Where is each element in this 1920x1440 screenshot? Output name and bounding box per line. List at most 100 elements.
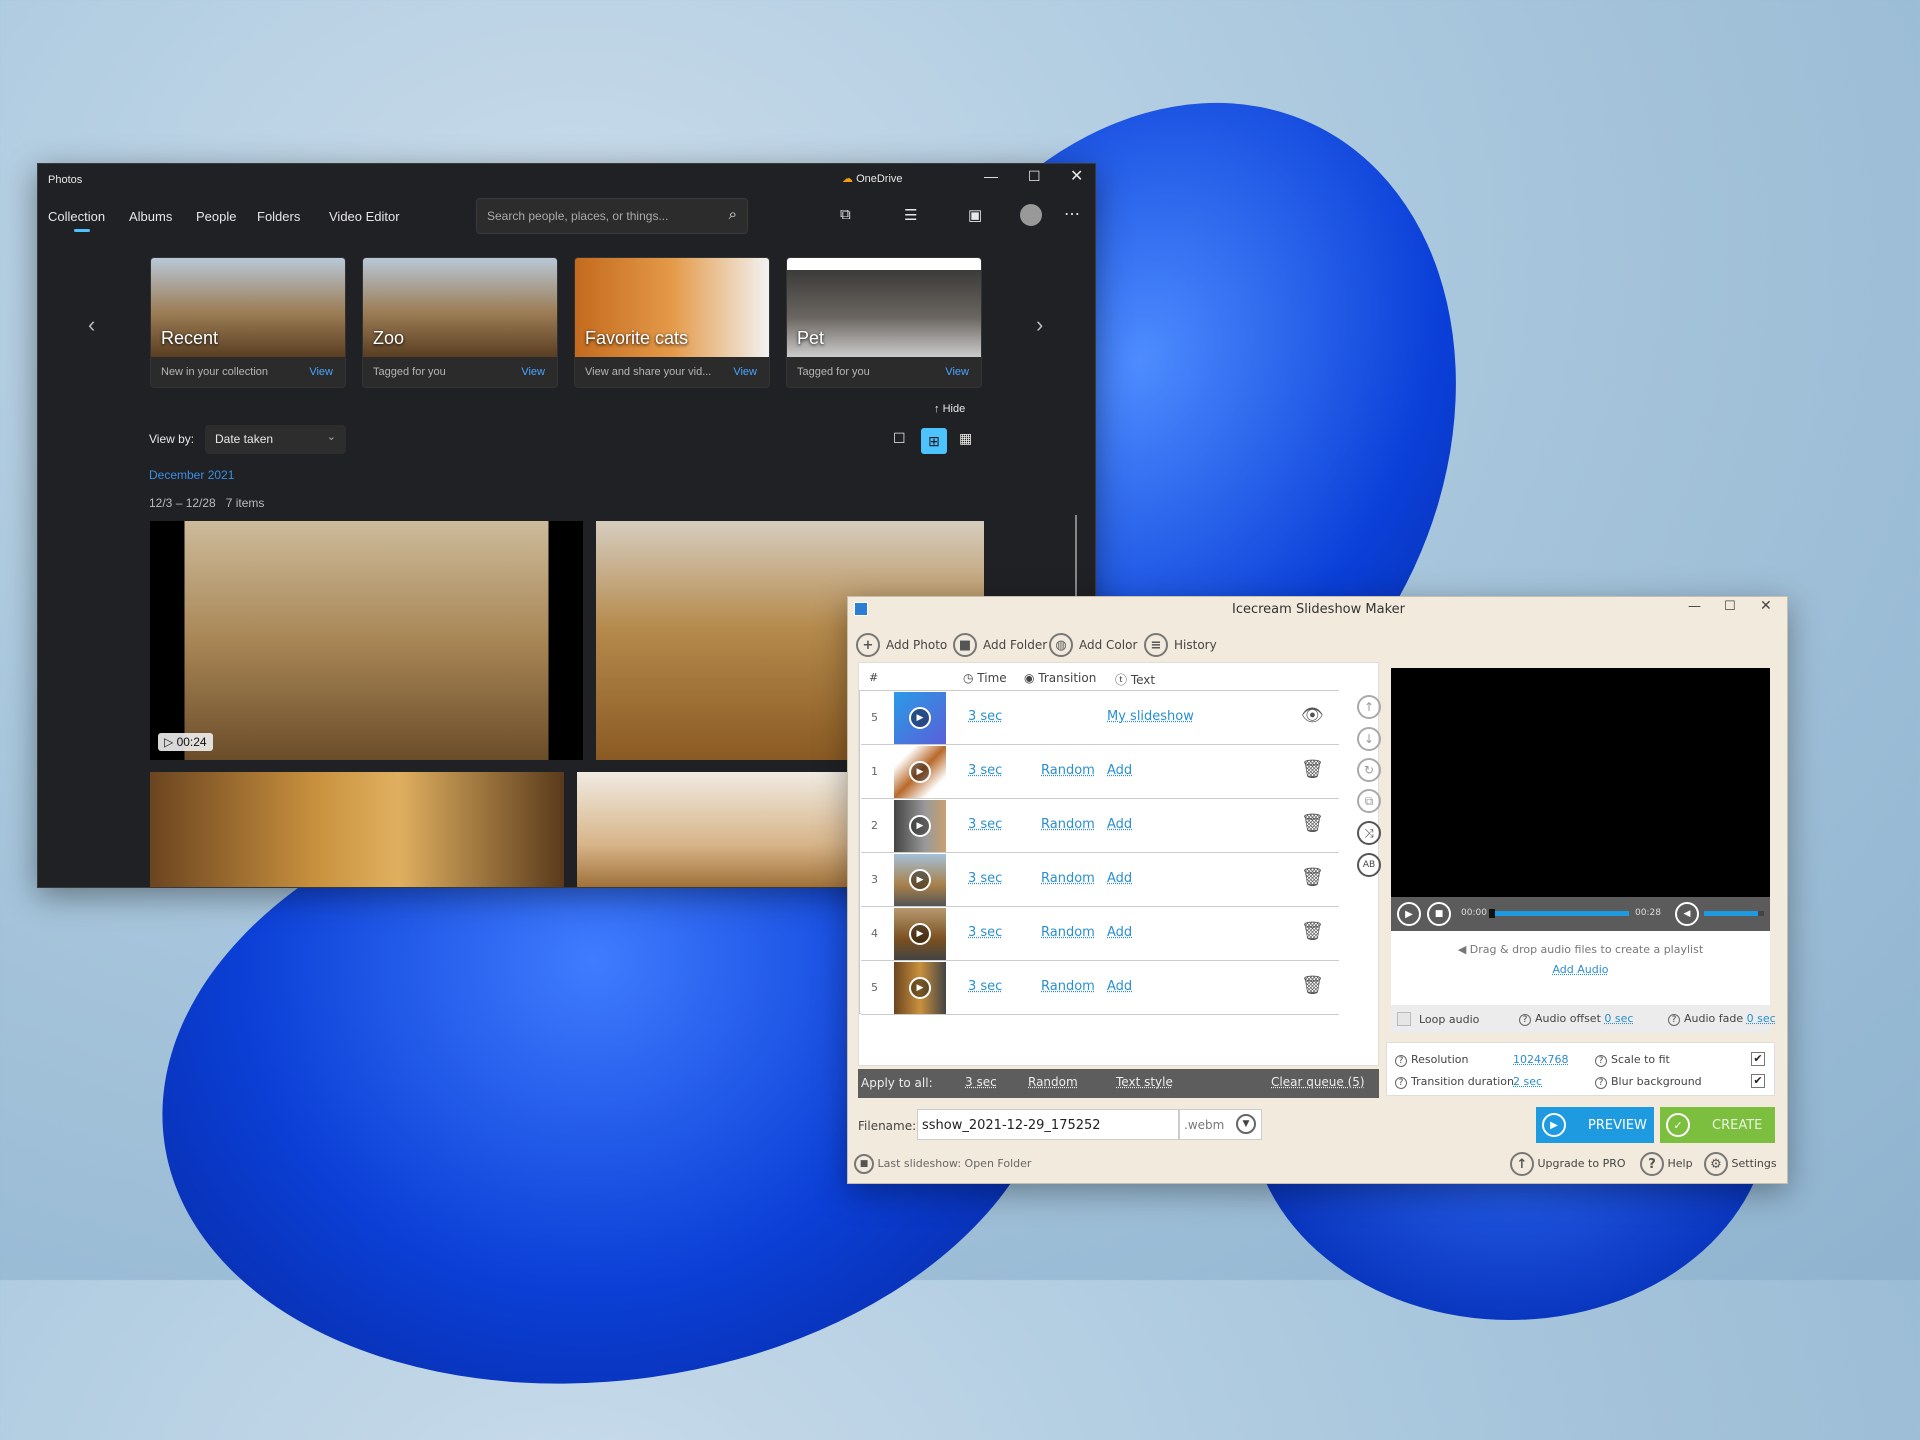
view-by-dropdown[interactable]: Date taken ⌄: [205, 425, 346, 454]
tab-collection[interactable]: Collection: [48, 209, 105, 232]
import-icon[interactable]: ⧉: [840, 206, 851, 223]
photo-tile-video[interactable]: ▷ 00:24: [150, 521, 583, 760]
trash-icon[interactable]: 🗑: [1301, 813, 1324, 834]
audio-fade-link[interactable]: 0 sec: [1747, 1012, 1776, 1025]
blur-background-checkbox[interactable]: ✔: [1751, 1074, 1765, 1088]
slide-time-link[interactable]: 3 sec: [968, 925, 1002, 940]
scale-to-fit-checkbox[interactable]: ✔: [1751, 1052, 1765, 1066]
transition-duration-link[interactable]: 2 sec: [1513, 1075, 1542, 1088]
tab-video-editor[interactable]: Video Editor: [329, 209, 400, 224]
tab-albums[interactable]: Albums: [129, 209, 172, 224]
slide-text-link[interactable]: Add: [1107, 817, 1132, 832]
more-icon[interactable]: ⋯: [1064, 204, 1080, 224]
minimize-button[interactable]: —: [984, 168, 998, 184]
single-view-icon[interactable]: ☐: [893, 430, 906, 447]
filename-input[interactable]: sshow_2021-12-29_175252: [917, 1109, 1179, 1140]
eye-icon[interactable]: 👁: [1301, 705, 1324, 726]
slide-transition-link[interactable]: Random: [1041, 925, 1095, 940]
slide-row[interactable]: 2 ▶ 3 sec Random Add 🗑: [861, 799, 1339, 853]
create-button[interactable]: ✓ CREATE: [1660, 1107, 1775, 1143]
slide-row[interactable]: 5 ▶ 3 sec Random Add 🗑: [861, 961, 1339, 1015]
audio-offset-link[interactable]: 0 sec: [1604, 1012, 1633, 1025]
settings-button[interactable]: ⚙ Settings: [1704, 1152, 1777, 1176]
chevron-left-icon[interactable]: ‹: [88, 312, 95, 338]
help-button[interactable]: ? Help: [1640, 1152, 1693, 1176]
add-photo-button[interactable]: + Add Photo: [856, 633, 947, 657]
view-link[interactable]: View: [945, 366, 969, 378]
medium-grid-icon[interactable]: ⊞: [921, 428, 947, 454]
add-color-button[interactable]: ◍ Add Color: [1049, 633, 1137, 657]
text-style-icon[interactable]: AB: [1357, 853, 1381, 877]
album-card[interactable]: Pet Tagged for you View: [786, 257, 982, 388]
format-dropdown[interactable]: .webm ▼: [1179, 1109, 1262, 1140]
slide-time-link[interactable]: 3 sec: [968, 763, 1002, 778]
album-card[interactable]: Favorite cats View and share your vid... V…: [574, 257, 770, 388]
stop-icon[interactable]: ■: [1427, 902, 1451, 926]
trash-icon[interactable]: 🗑: [1301, 867, 1324, 888]
slide-row[interactable]: 5 ▶ 3 sec My slideshow 👁: [861, 691, 1339, 745]
volume-slider[interactable]: [1704, 911, 1764, 916]
slide-thumbnail[interactable]: ▶: [894, 854, 946, 906]
add-folder-button[interactable]: ■ Add Folder: [953, 633, 1047, 657]
slideshow-icon[interactable]: ▣: [968, 206, 982, 224]
slide-time-link[interactable]: 3 sec: [968, 871, 1002, 886]
apply-time-link[interactable]: 3 sec: [965, 1075, 997, 1089]
slide-transition-link[interactable]: Random: [1041, 871, 1095, 886]
slide-text-link[interactable]: Add: [1107, 979, 1132, 994]
clear-queue-link[interactable]: Clear queue (5): [1271, 1075, 1365, 1089]
view-link[interactable]: View: [309, 366, 333, 378]
chevron-right-icon[interactable]: ›: [1036, 312, 1043, 338]
slide-transition-link[interactable]: Random: [1041, 763, 1095, 778]
avatar[interactable]: [1020, 204, 1042, 226]
slide-row[interactable]: 1 ▶ 3 sec Random Add 🗑: [861, 745, 1339, 799]
slide-text-link[interactable]: Add: [1107, 763, 1132, 778]
slide-thumbnail[interactable]: ▶: [894, 800, 946, 852]
slide-text-link[interactable]: Add: [1107, 871, 1132, 886]
slide-transition-link[interactable]: Random: [1041, 817, 1095, 832]
open-folder-link[interactable]: ■ Last slideshow: Open Folder: [854, 1154, 1031, 1174]
small-grid-icon[interactable]: ▦: [959, 430, 972, 447]
onedrive-button[interactable]: ☁ OneDrive: [842, 172, 903, 185]
trash-icon[interactable]: 🗑: [1301, 759, 1324, 780]
maximize-button[interactable]: ☐: [1028, 168, 1041, 185]
timeline-scrollbar[interactable]: [1075, 515, 1077, 605]
tab-people[interactable]: People: [196, 209, 236, 224]
preview-button[interactable]: ▶ PREVIEW: [1536, 1107, 1654, 1143]
select-icon[interactable]: ☰: [904, 206, 917, 224]
loop-audio-checkbox[interactable]: [1397, 1012, 1411, 1026]
slide-row[interactable]: 3 ▶ 3 sec Random Add 🗑: [861, 853, 1339, 907]
slide-time-link[interactable]: 3 sec: [968, 979, 1002, 994]
slide-thumbnail[interactable]: ▶: [894, 962, 946, 1014]
audio-drop-zone[interactable]: ◀ Drag & drop audio files to create a pl…: [1391, 931, 1770, 1005]
upgrade-button[interactable]: ↑ Upgrade to PRO: [1510, 1152, 1626, 1176]
trash-icon[interactable]: 🗑: [1301, 975, 1324, 996]
move-down-icon[interactable]: ↓: [1357, 727, 1381, 751]
slide-time-link[interactable]: 3 sec: [968, 709, 1002, 724]
album-card[interactable]: Recent New in your collection View: [150, 257, 346, 388]
seek-slider[interactable]: [1489, 909, 1629, 918]
slide-row[interactable]: 4 ▶ 3 sec Random Add 🗑: [861, 907, 1339, 961]
crop-icon[interactable]: ⧉: [1357, 789, 1381, 813]
shuffle-icon[interactable]: ⤨: [1357, 821, 1381, 845]
trash-icon[interactable]: 🗑: [1301, 921, 1324, 942]
move-up-icon[interactable]: ↑: [1357, 695, 1381, 719]
view-link[interactable]: View: [733, 366, 757, 378]
text-style-link[interactable]: Text style: [1116, 1075, 1173, 1089]
close-button[interactable]: ✕: [1070, 166, 1083, 186]
photo-tile[interactable]: [150, 772, 564, 887]
apply-transition-link[interactable]: Random: [1028, 1075, 1078, 1089]
search-input[interactable]: Search people, places, or things... ⌕: [476, 198, 748, 234]
tab-folders[interactable]: Folders: [257, 209, 300, 224]
photo-tile[interactable]: [577, 772, 877, 887]
slide-thumbnail[interactable]: ▶: [894, 908, 946, 960]
minimize-button[interactable]: —: [1688, 599, 1701, 614]
close-button[interactable]: ✕: [1760, 598, 1772, 614]
slide-thumbnail[interactable]: ▶: [894, 746, 946, 798]
view-link[interactable]: View: [521, 366, 545, 378]
resolution-link[interactable]: 1024x768: [1513, 1053, 1569, 1066]
add-audio-link[interactable]: Add Audio: [1391, 963, 1770, 976]
history-button[interactable]: ≡ History: [1144, 633, 1217, 657]
play-icon[interactable]: ▶: [1397, 902, 1421, 926]
slide-text-link[interactable]: My slideshow: [1107, 709, 1194, 724]
maximize-button[interactable]: ☐: [1724, 599, 1736, 614]
